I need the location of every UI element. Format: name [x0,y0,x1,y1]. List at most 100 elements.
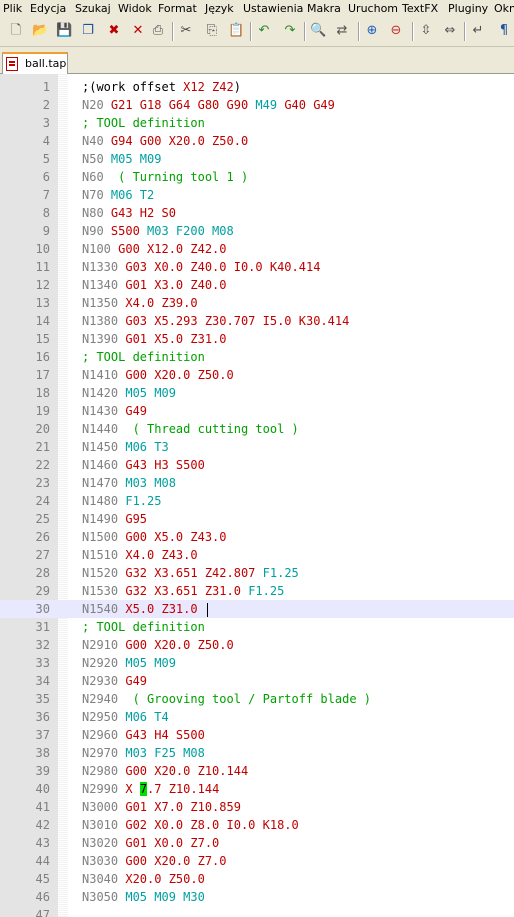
code-line[interactable]: 42 N3010 G02 X0.0 Z8.0 I0.0 K18.0 [0,816,514,834]
code-line[interactable]: 21 N1450 M06 T3 [0,438,514,456]
code-line[interactable]: 44 N3030 G00 X20.0 Z7.0 [0,852,514,870]
token-comment: ; TOOL definition [82,116,205,130]
code-line[interactable]: 16 ; TOOL definition [0,348,514,366]
code-line[interactable]: 30 N1540 X5.0 Z31.0 [0,600,514,618]
close-icon[interactable]: ✖ [106,23,122,39]
code-line[interactable]: 8 N80 G43 H2 S0 [0,204,514,222]
code-line[interactable]: 33 N2920 M05 M09 [0,654,514,672]
token-nnum: N1540 [82,602,126,616]
code-text: N3020 G01 X0.0 Z7.0 [82,834,219,852]
token-hl: 7 [139,782,148,796]
token-axis: X12 Z42 [183,80,234,94]
code-text: N1500 G00 X5.0 Z43.0 [82,528,227,546]
zoom-in-icon[interactable]: ⊕ [364,23,380,39]
code-text: N1450 M06 T3 [82,438,169,456]
code-line[interactable]: 45 N3040 X20.0 Z50.0 [0,870,514,888]
code-line[interactable]: 36 N2950 M06 T4 [0,708,514,726]
code-line[interactable]: 27 N1510 X4.0 Z43.0 [0,546,514,564]
menu-7[interactable]: Ustawienia [243,2,303,15]
menu-2[interactable]: Edycja [30,2,66,15]
sync-v-icon[interactable]: ⇳ [418,23,434,39]
code-line[interactable]: 39 N2980 G00 X20.0 Z10.144 [0,762,514,780]
code-line[interactable]: 34 N2930 G49 [0,672,514,690]
cut-icon[interactable]: ✂ [178,23,194,39]
code-line[interactable]: 23 N1470 M03 M08 [0,474,514,492]
menu-8[interactable]: Makra [307,2,341,15]
new-file-icon[interactable]: 🗋 [8,23,24,39]
save-icon[interactable]: 💾 [56,23,72,39]
sync-h-icon[interactable]: ⇔ [442,23,458,39]
code-line[interactable]: 10 N100 G00 X12.0 Z42.0 [0,240,514,258]
code-line[interactable]: 37 N2960 G43 H4 S500 [0,726,514,744]
code-line[interactable]: 20 N1440 ( Thread cutting tool ) [0,420,514,438]
line-number: 46 [35,890,50,904]
redo-icon[interactable]: ↷ [282,23,298,39]
show-all-icon[interactable]: ¶ [496,23,512,39]
code-line[interactable]: 5 N50 M05 M09 [0,150,514,168]
code-line[interactable]: 43 N3020 G01 X0.0 Z7.0 [0,834,514,852]
replace-icon[interactable]: ⇄ [334,23,350,39]
find-icon[interactable]: 🔍 [310,23,326,39]
code-line[interactable]: 46 N3050 M05 M09 M30 [0,888,514,906]
editor-area[interactable]: 1 ;(work offset X12 Z42) 2 N20 G21 G18 G64 … [0,74,514,917]
code-line[interactable]: 24 N1480 F1.25 [0,492,514,510]
code-line[interactable]: 13 N1350 X4.0 Z39.0 [0,294,514,312]
code-line[interactable]: 15 N1390 G01 X5.0 Z31.0 [0,330,514,348]
menu-11[interactable]: Pluginy [448,2,488,15]
print-icon[interactable]: ⎙ [150,23,166,39]
line-number: 15 [35,332,50,346]
tab-ball-tap[interactable]: ball.tap [2,52,68,75]
code-line[interactable]: 38 N2970 M03 F25 M08 [0,744,514,762]
open-file-icon[interactable]: 📂 [32,23,48,39]
tab-label: ball.tap [25,57,67,70]
code-line[interactable]: 47 [0,906,514,917]
code-line[interactable]: 41 N3000 G01 X7.0 Z10.859 [0,798,514,816]
code-line[interactable]: 25 N1490 G95 [0,510,514,528]
code-line[interactable]: 31 ; TOOL definition [0,618,514,636]
copy-icon[interactable]: ⎘ [204,23,220,39]
undo-icon[interactable]: ↶ [256,23,272,39]
code-line[interactable]: 28 N1520 G32 X3.651 Z42.807 F1.25 [0,564,514,582]
line-number: 35 [35,692,50,706]
code-text: N1460 G43 H3 S500 [82,456,205,474]
menu-5[interactable]: Format [158,2,197,15]
line-number: 36 [35,710,50,724]
code-line[interactable]: 17 N1410 G00 X20.0 Z50.0 [0,366,514,384]
menu-3[interactable]: Szukaj [75,2,111,15]
wrap-icon[interactable]: ↵ [470,23,486,39]
token-nnum: N2920 [82,656,126,670]
code-line[interactable]: 29 N1530 G32 X3.651 Z31.0 F1.25 [0,582,514,600]
code-line[interactable]: 22 N1460 G43 H3 S500 [0,456,514,474]
code-text: N1420 M05 M09 [82,384,176,402]
code-line[interactable]: 35 N2940 ( Grooving tool / Partoff blade … [0,690,514,708]
code-line[interactable]: 4 N40 G94 G00 X20.0 Z50.0 [0,132,514,150]
code-line[interactable]: 1 ;(work offset X12 Z42) [0,78,514,96]
save-all-icon[interactable]: ❐ [80,23,96,39]
code-line[interactable]: 11 N1330 G03 X0.0 Z40.0 I0.0 K40.414 [0,258,514,276]
code-line[interactable]: 32 N2910 G00 X20.0 Z50.0 [0,636,514,654]
zoom-out-icon[interactable]: ⊖ [388,23,404,39]
code-line[interactable]: 3 ; TOOL definition [0,114,514,132]
code-line[interactable]: 14 N1380 G03 X5.293 Z30.707 I5.0 K30.414 [0,312,514,330]
paste-icon[interactable]: 📋 [228,23,244,39]
code-line[interactable]: 12 N1340 G01 X3.0 Z40.0 [0,276,514,294]
menu-6[interactable]: Język [205,2,234,15]
menu-1[interactable]: Plik [3,2,22,15]
code-line[interactable]: 9 N90 S500 M03 F200 M08 [0,222,514,240]
code-text: N3010 G02 X0.0 Z8.0 I0.0 K18.0 [82,816,299,834]
menu-4[interactable]: Widok [118,2,152,15]
code-line[interactable]: 18 N1420 M05 M09 [0,384,514,402]
menu-9[interactable]: Uruchom [348,2,398,15]
close-all-icon[interactable]: ✕ [130,23,146,39]
token-mcode: M03 M08 [125,476,176,490]
code-line[interactable]: 26 N1500 G00 X5.0 Z43.0 [0,528,514,546]
code-line[interactable]: 40 N2990 X 7.7 Z10.144 [0,780,514,798]
menu-12[interactable]: Okno [494,2,514,15]
token-nnum: N1390 [82,332,126,346]
code-line[interactable]: 7 N70 M06 T2 [0,186,514,204]
code-text: N3040 X20.0 Z50.0 [82,870,205,888]
menu-10[interactable]: TextFX [402,2,438,15]
code-line[interactable]: 2 N20 G21 G18 G64 G80 G90 M49 G40 G49 [0,96,514,114]
code-line[interactable]: 19 N1430 G49 [0,402,514,420]
code-line[interactable]: 6 N60 ( Turning tool 1 ) [0,168,514,186]
